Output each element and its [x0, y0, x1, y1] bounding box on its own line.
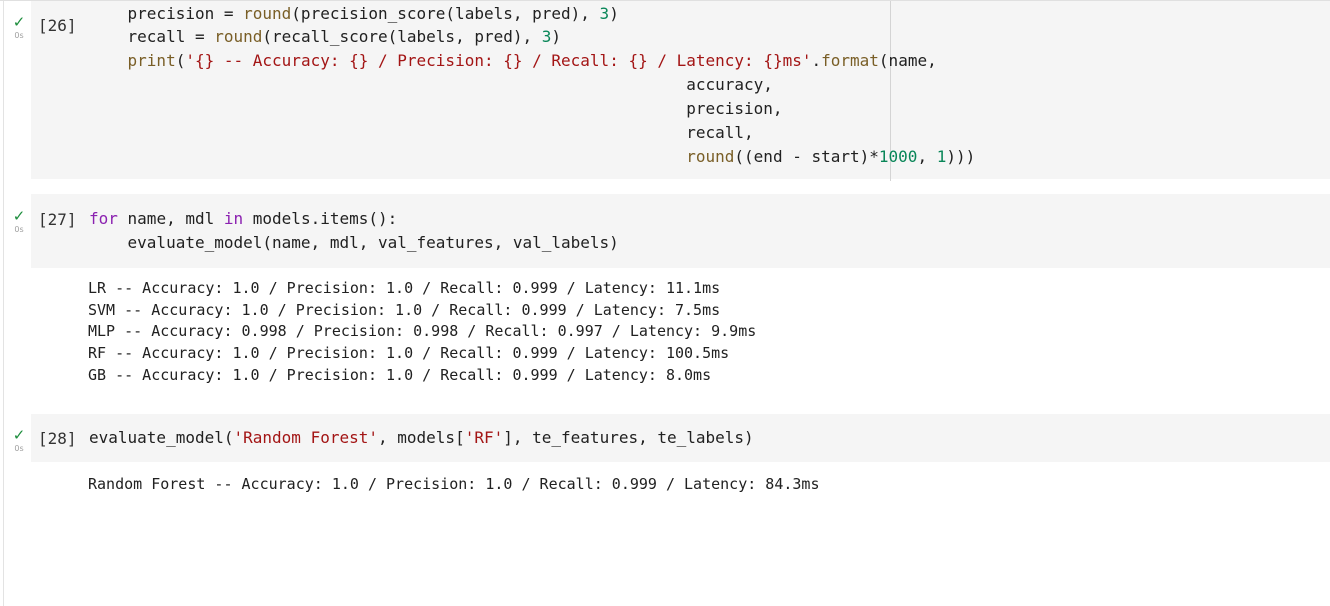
- code-token: '{} -- Accuracy: {} / Precision: {} / Re…: [185, 51, 812, 70]
- code-line: accuracy,: [89, 73, 773, 96]
- code-token: (name,: [878, 51, 937, 70]
- code-token: precision,: [686, 99, 783, 118]
- cell-output-line: LR -- Accuracy: 1.0 / Precision: 1.0 / R…: [88, 279, 721, 297]
- code-token: (: [175, 51, 186, 70]
- code-token: .: [811, 51, 822, 70]
- code-token: ))): [946, 147, 976, 166]
- execution-count: [28]: [38, 429, 77, 448]
- execution-time: 0s: [14, 225, 24, 234]
- execution-time: 0s: [14, 31, 24, 40]
- cell-run-status[interactable]: ✓ 0s: [12, 427, 26, 454]
- code-line: evaluate_model('Random Forest', models['…: [89, 426, 754, 449]
- code-token: 1000: [878, 147, 918, 166]
- code-line: recall,: [89, 121, 754, 144]
- code-line: for name, mdl in models.items():: [89, 207, 397, 230]
- code-line: round((end - start)*1000, 1))): [89, 145, 975, 168]
- code-token: (precision_score(labels, pred),: [291, 4, 600, 23]
- code-line: evaluate_model(name, mdl, val_features, …: [89, 231, 619, 254]
- code-line: recall = round(recall_score(labels, pred…: [89, 25, 562, 48]
- code-token: ,: [917, 147, 937, 166]
- code-token: 'Random Forest': [233, 428, 379, 447]
- execution-count: [26]: [38, 16, 77, 35]
- code-token: , models[: [378, 428, 465, 447]
- code-token: (recall_score(labels, pred),: [262, 27, 542, 46]
- code-editor[interactable]: for name, mdl in models.items(): evaluat…: [31, 194, 1330, 268]
- code-token: recall =: [127, 27, 215, 46]
- code-token: 3: [599, 4, 610, 23]
- cell-output-line: MLP -- Accuracy: 0.998 / Precision: 0.99…: [88, 322, 757, 340]
- code-token: precision =: [127, 4, 244, 23]
- code-cell-28[interactable]: evaluate_model('Random Forest', models['…: [0, 414, 1330, 504]
- execution-time: 0s: [14, 444, 24, 453]
- code-editor[interactable]: evaluate_model('Random Forest', models['…: [31, 414, 1330, 462]
- code-token: ((end - start)*: [734, 147, 879, 166]
- code-token: 1: [936, 147, 947, 166]
- code-token: print: [127, 51, 176, 70]
- code-token: round: [243, 4, 292, 23]
- execution-count: [27]: [38, 210, 77, 229]
- code-token: ): [551, 27, 562, 46]
- cell-output-line: RF -- Accuracy: 1.0 / Precision: 1.0 / R…: [88, 344, 730, 362]
- code-token: ): [609, 4, 619, 23]
- code-token: round: [214, 27, 263, 46]
- code-cell-27[interactable]: for name, mdl in models.items(): evaluat…: [0, 194, 1330, 394]
- code-token: in: [223, 209, 244, 228]
- code-editor[interactable]: precision = round(precision_score(labels…: [31, 1, 1330, 181]
- code-token: recall,: [686, 123, 754, 142]
- cell-run-status[interactable]: ✓ 0s: [12, 208, 26, 235]
- checkmark-icon: ✓: [12, 208, 26, 225]
- code-token: 3: [541, 27, 552, 46]
- code-token: name, mdl: [117, 209, 224, 228]
- code-line: print('{} -- Accuracy: {} / Precision: {…: [89, 49, 937, 72]
- code-token: accuracy,: [686, 75, 773, 94]
- code-token: evaluate_model(: [89, 428, 234, 447]
- cell-run-status[interactable]: ✓ 0s: [12, 14, 26, 41]
- cell-output-line: SVM -- Accuracy: 1.0 / Precision: 1.0 / …: [88, 301, 721, 319]
- cell-output-line: Random Forest -- Accuracy: 1.0 / Precisi…: [88, 475, 820, 493]
- cell-output-line: GB -- Accuracy: 1.0 / Precision: 1.0 / R…: [88, 366, 712, 384]
- code-token: 'RF': [464, 428, 504, 447]
- code-token: for: [89, 209, 118, 228]
- code-token: evaluate_model(name, mdl, val_features, …: [127, 233, 619, 252]
- code-token: format: [821, 51, 879, 70]
- code-line: precision = round(precision_score(labels…: [89, 2, 619, 25]
- code-cell-26[interactable]: precision = round(precision_score(labels…: [0, 0, 1330, 185]
- checkmark-icon: ✓: [12, 14, 26, 31]
- code-token: round: [686, 147, 735, 166]
- code-line: precision,: [89, 97, 783, 120]
- code-token: ], te_features, te_labels): [503, 428, 754, 447]
- checkmark-icon: ✓: [12, 427, 26, 444]
- code-token: models.items():: [243, 209, 398, 228]
